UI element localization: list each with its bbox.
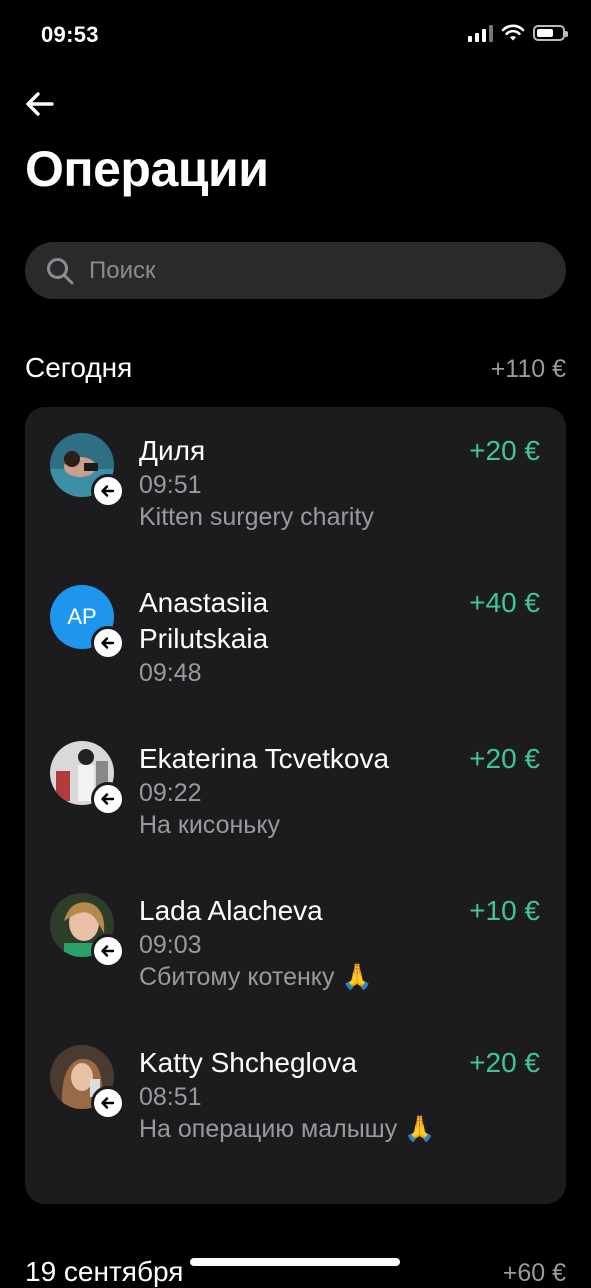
transaction-row[interactable]: Диля +20 € 09:51 Kitten surgery charity [25, 433, 566, 543]
amount: +20 € [469, 743, 540, 774]
arrow-left-icon [101, 793, 115, 805]
search-icon [47, 258, 74, 285]
arrow-left-icon [101, 637, 115, 649]
arrow-left-icon [101, 485, 115, 497]
amount: +20 € [469, 435, 540, 466]
status-icons [468, 24, 568, 42]
arrow-left-icon [101, 1097, 115, 1109]
transaction-row[interactable]: Lada Alacheva +10 € 09:03 Сбитому котенк… [25, 893, 566, 1003]
page-title: Операции [25, 141, 269, 197]
search-bar[interactable] [25, 242, 566, 299]
status-time: 09:53 [41, 22, 99, 47]
arrow-left-icon [101, 945, 115, 957]
sender-name: Ekaterina Tcvetkova [139, 743, 390, 774]
sender-name: Anastasiia Prilutskaia [139, 587, 269, 654]
note: Kitten surgery charity [139, 503, 374, 531]
note: На кисоньку [139, 811, 281, 839]
cellular-signal-icon [468, 24, 493, 42]
wifi-icon [501, 24, 525, 41]
amount: +40 € [469, 587, 540, 618]
search-input[interactable] [89, 242, 549, 299]
incoming-badge [91, 1086, 125, 1120]
section-title: 19 сентября [25, 1256, 184, 1287]
sender-name: Lada Alacheva [139, 895, 323, 926]
amount: +20 € [469, 1047, 540, 1078]
note: На операцию малышу 🙏 [139, 1115, 436, 1143]
incoming-badge [91, 934, 125, 968]
back-button[interactable] [22, 86, 58, 122]
incoming-badge [91, 782, 125, 816]
arrow-left-icon [26, 92, 54, 116]
time: 09:51 [139, 471, 202, 499]
note: Сбитому котенку 🙏 [139, 963, 373, 991]
section-title: Сегодня [25, 352, 133, 383]
incoming-badge [91, 626, 125, 660]
transaction-row[interactable]: AP Anastasiia Prilutskaia +40 € 09:48 [25, 585, 566, 695]
home-indicator[interactable] [190, 1258, 400, 1266]
transaction-row[interactable]: Katty Shcheglova +20 € 08:51 На операцию… [25, 1045, 566, 1185]
section-total: +110 € [490, 355, 566, 383]
amount: +10 € [469, 895, 540, 926]
transactions-card: Диля +20 € 09:51 Kitten surgery charity … [25, 407, 566, 1204]
battery-icon [533, 25, 568, 41]
status-bar: 09:53 [0, 0, 591, 70]
time: 08:51 [139, 1083, 202, 1111]
incoming-badge [91, 474, 125, 508]
section-total: +60 € [502, 1259, 566, 1287]
time: 09:22 [139, 779, 202, 807]
time: 09:03 [139, 931, 202, 959]
transaction-row[interactable]: Ekaterina Tcvetkova +20 € 09:22 На кисон… [25, 741, 566, 851]
time: 09:48 [139, 659, 202, 687]
sender-name: Katty Shcheglova [139, 1047, 357, 1078]
sender-name: Диля [139, 435, 206, 466]
section-header-today: Сегодня +110 € [25, 352, 566, 384]
